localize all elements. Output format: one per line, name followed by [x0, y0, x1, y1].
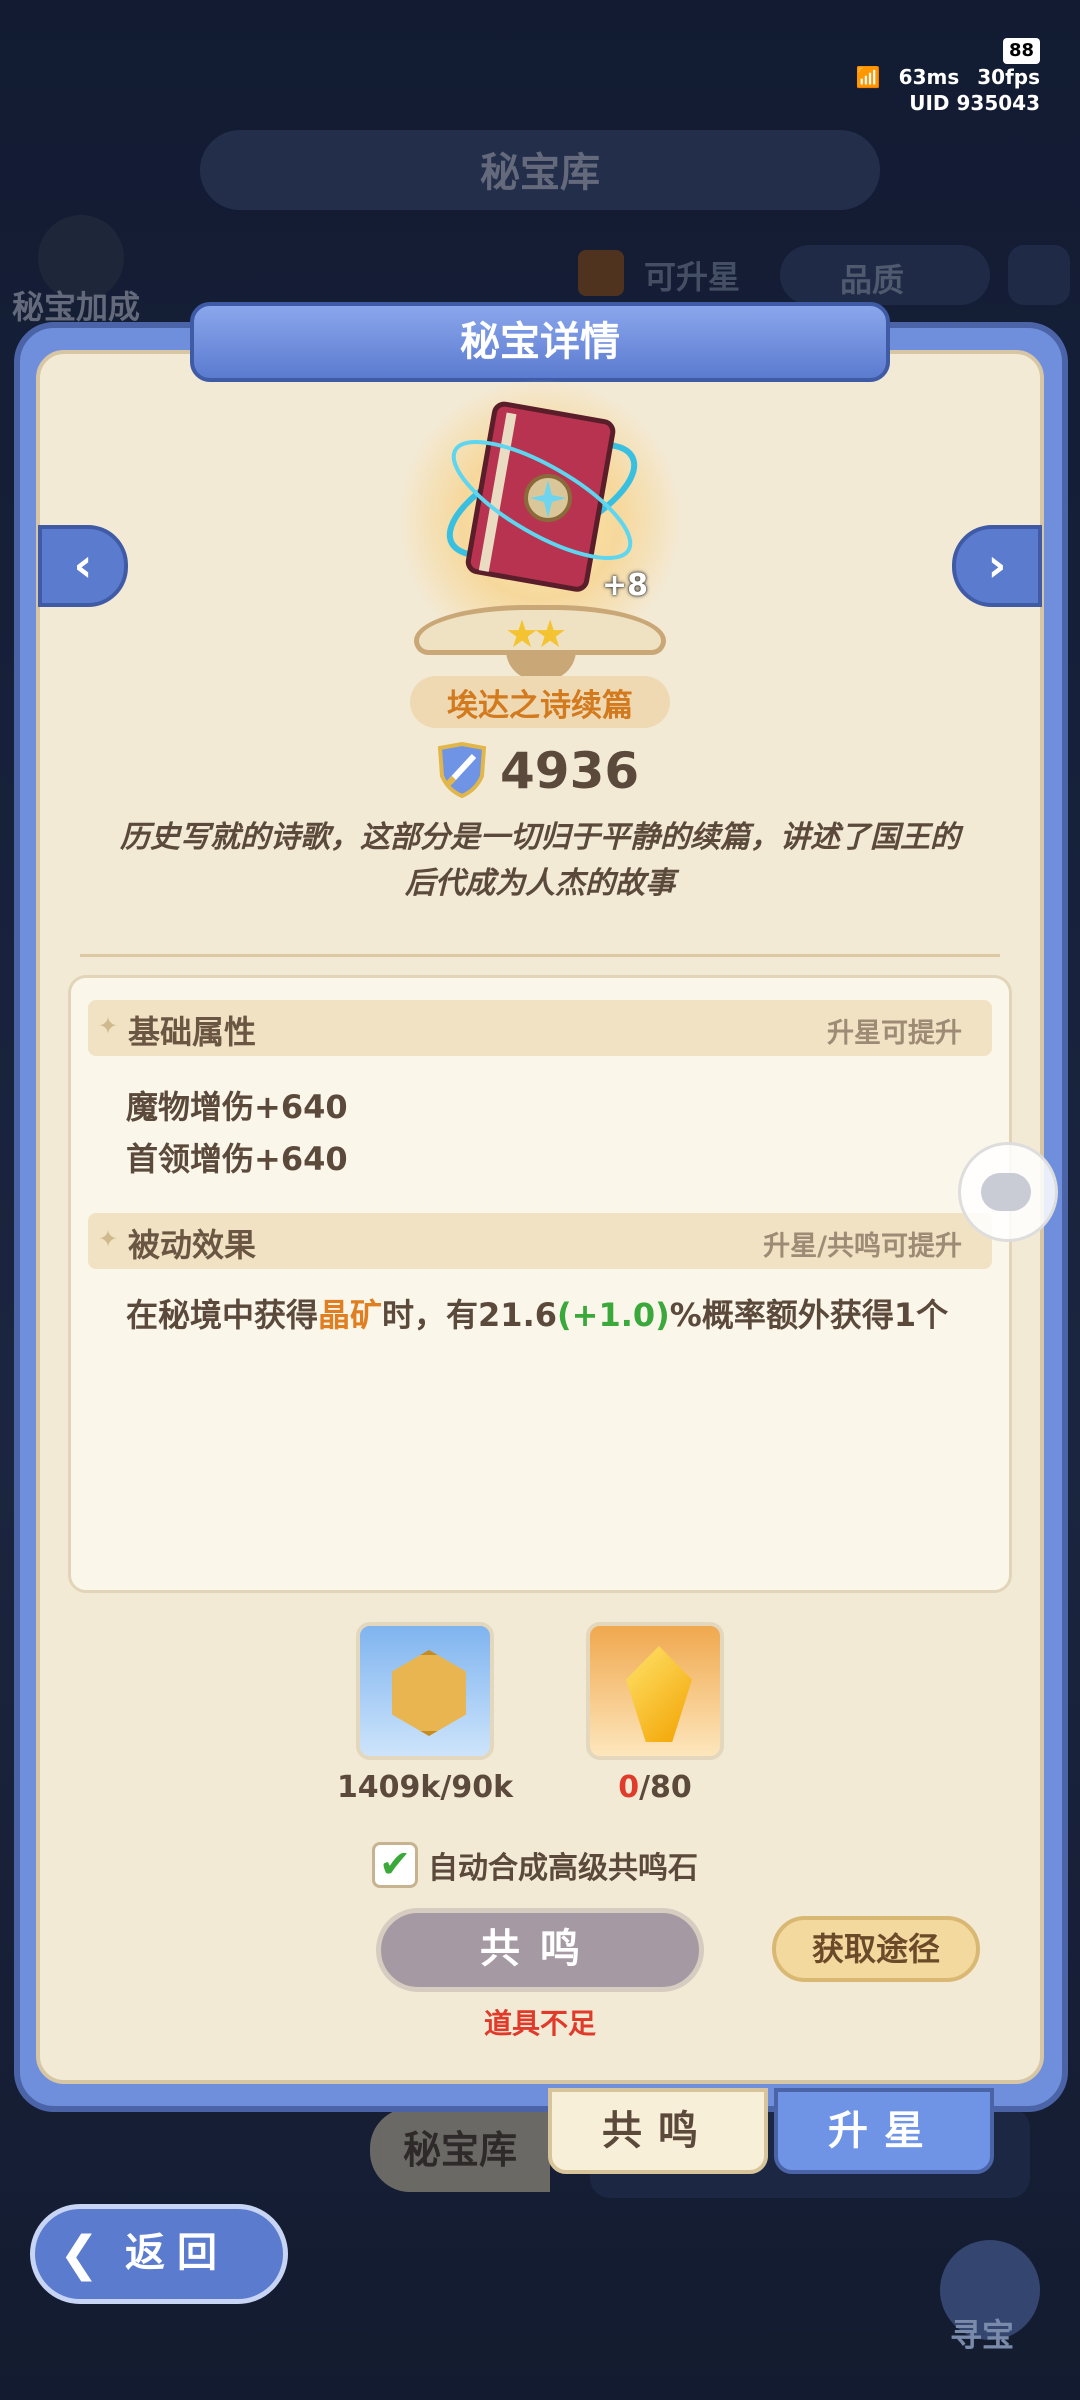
base-attr-title: 基础属性	[128, 1013, 257, 1051]
next-item-button[interactable]: ›	[952, 525, 1042, 607]
passive-title: 被动效果	[128, 1226, 257, 1264]
gem-icon	[626, 1646, 692, 1742]
tab-resonate[interactable]: 共鸣	[548, 2088, 768, 2174]
attr-line: 首领增伤+640	[126, 1140, 348, 1178]
wifi-icon: 📶	[855, 65, 881, 89]
material-coin-card[interactable]	[356, 1622, 494, 1760]
insufficient-warning: 道具不足	[483, 2007, 596, 2040]
back-arrow-icon: ❮	[59, 2226, 112, 2282]
effect-bonus: (+1.0)	[557, 1296, 670, 1334]
section-divider	[80, 954, 1000, 957]
chevron-left-icon: ‹	[73, 538, 93, 592]
obtain-source-button[interactable]: 获取途径	[772, 1916, 980, 1982]
auto-merge-checkbox[interactable]: ✔	[372, 1842, 418, 1888]
passive-effect-text: 在秘境中获得晶矿时，有21.6(+1.0)%概率额外获得1个	[126, 1290, 966, 1340]
back-button[interactable]: ❮ 返回	[30, 2204, 288, 2304]
ping-value: 63ms	[898, 65, 960, 89]
resonate-button[interactable]: 共鸣	[376, 1908, 704, 1992]
fps-value: 30fps	[977, 65, 1040, 89]
item-description: 历史写就的诗歌，这部分是一切归于平静的续篇，讲述了国王的后代成为人杰的故事	[120, 820, 960, 901]
chat-button[interactable]	[958, 1142, 1058, 1242]
combat-power: 4936	[500, 742, 640, 800]
battery-indicator: 88	[1002, 38, 1040, 64]
back-label: 返回	[125, 2230, 229, 2276]
passive-hint: 升星/共鸣可提升	[763, 1231, 962, 1262]
coin-icon	[392, 1650, 466, 1736]
base-attr-hint: 升星可提升	[827, 1018, 962, 1049]
material-gem-card[interactable]	[586, 1622, 724, 1760]
effect-keyword: 晶矿	[318, 1296, 383, 1334]
auto-merge-label: 自动合成高级共鸣石	[428, 1851, 698, 1886]
tab-upstar[interactable]: 升星	[774, 2088, 994, 2174]
gem-count: 0/80	[555, 1770, 755, 1805]
chevron-right-icon: ›	[987, 538, 1007, 592]
gem-have: 0	[618, 1770, 640, 1805]
attr-line: 魔物增伤+640	[126, 1088, 348, 1126]
modal-title: 秘宝详情	[190, 302, 890, 382]
coin-count: 1409k/90k	[336, 1770, 514, 1805]
combat-power-icon	[437, 742, 487, 798]
sparkle-icon: ✦	[98, 1225, 119, 1253]
attributes-panel	[68, 975, 1012, 1593]
status-hud: 88 📶 63ms 30fps UID 935043	[856, 38, 1040, 116]
item-name: 埃达之诗续篇	[447, 688, 633, 724]
effect-text: 在秘境中获得	[126, 1296, 319, 1334]
effect-text: 时，有21.6	[382, 1296, 557, 1334]
star-rating: ★★	[505, 612, 567, 656]
enhance-level: +8	[602, 568, 649, 603]
treasure-hunt-label: 寻宝	[950, 2316, 1015, 2354]
uid-label: UID 935043	[909, 91, 1040, 115]
sparkle-icon: ✦	[98, 1012, 119, 1040]
effect-text: %概率额外获得1个	[669, 1296, 949, 1334]
chat-bubble-icon	[981, 1173, 1031, 1211]
prev-item-button[interactable]: ‹	[38, 525, 128, 607]
gem-need: /80	[639, 1770, 692, 1805]
